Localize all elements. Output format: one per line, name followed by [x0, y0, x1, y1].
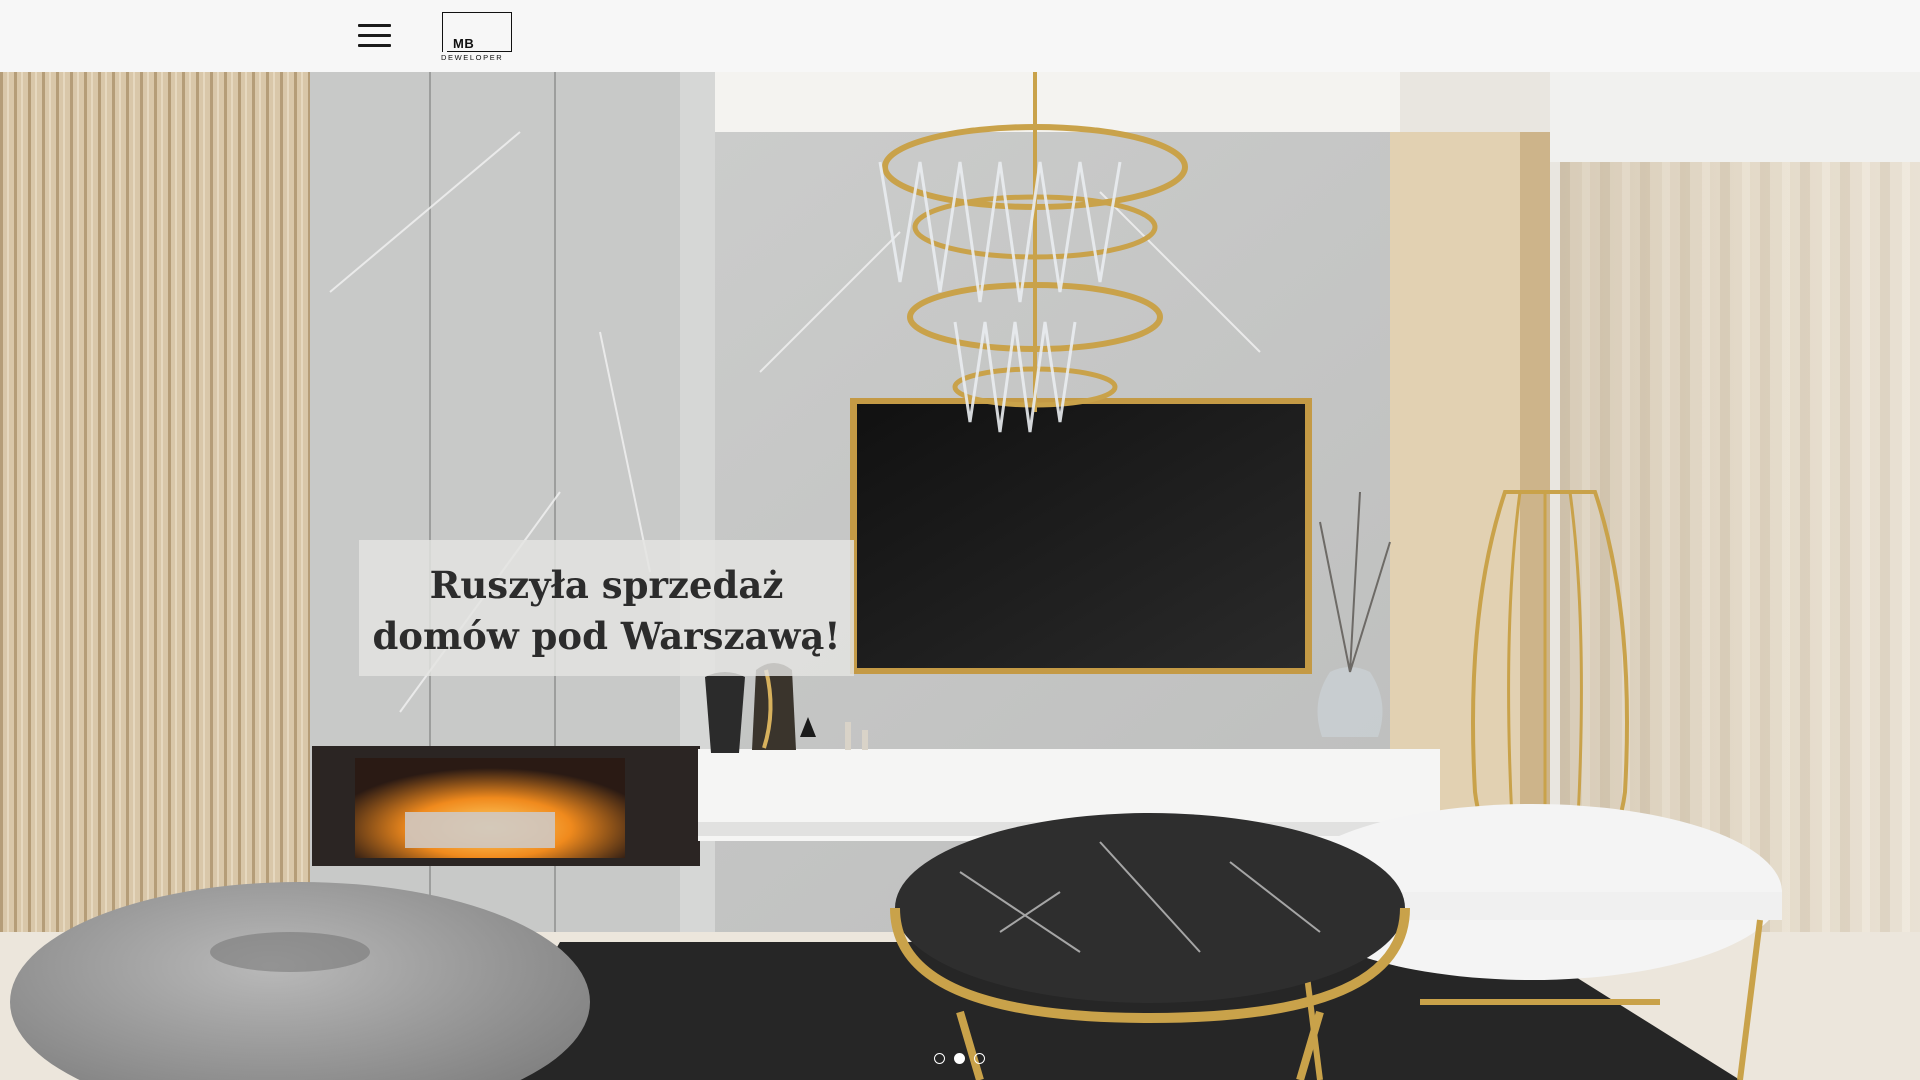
hamburger-bar — [358, 44, 391, 47]
slider-dot-1[interactable] — [934, 1053, 945, 1064]
slider-dot-3[interactable] — [974, 1053, 985, 1064]
page: MB DEWELOPER Ruszyła sprzedaż domów pod … — [0, 0, 1920, 1080]
slider-dot-2[interactable] — [954, 1053, 965, 1064]
hamburger-bar — [358, 24, 391, 27]
hero-headline: Ruszyła sprzedaż domów pod Warszawą! — [359, 560, 854, 662]
hero-image — [0, 72, 1920, 1080]
site-logo[interactable]: MB DEWELOPER — [441, 11, 515, 63]
hamburger-bar — [358, 34, 391, 37]
site-header: MB DEWELOPER — [0, 0, 1920, 72]
hero-headline-line1: Ruszyła sprzedaż — [429, 563, 784, 607]
logo-name: DEWELOPER — [441, 53, 504, 62]
logo-frame-gap — [443, 27, 447, 53]
hamburger-menu-icon[interactable] — [358, 22, 394, 50]
hero-slider: Ruszyła sprzedaż domów pod Warszawą! — [0, 72, 1920, 1080]
logo-mark: MB — [452, 36, 476, 51]
hero-headline-line2: domów pod Warszawą! — [372, 614, 841, 658]
hero-caption: Ruszyła sprzedaż domów pod Warszawą! — [359, 540, 854, 676]
